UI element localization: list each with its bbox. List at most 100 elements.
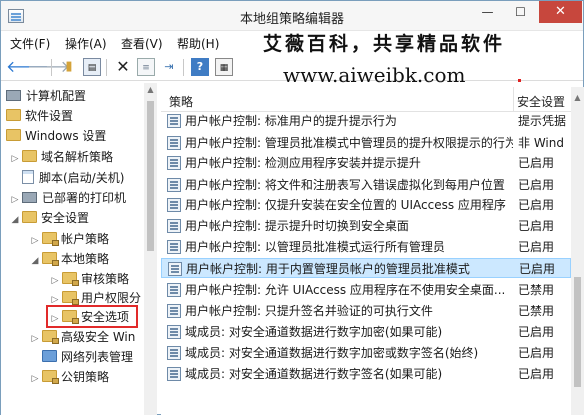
expand-arrow-icon[interactable]: ▷ xyxy=(29,329,41,349)
scroll-up-arrow-icon[interactable]: ▲ xyxy=(571,93,584,102)
policy-setting: 已启用 xyxy=(518,346,555,360)
policy-name: 用户帐户控制: 检测应用程序安装并提示提升 xyxy=(185,156,421,170)
folder-icon xyxy=(22,211,37,223)
close-button[interactable]: ✕ xyxy=(539,1,582,23)
export-list-icon[interactable]: ⇥ xyxy=(160,58,178,76)
properties-icon[interactable]: ≡ xyxy=(137,58,155,76)
expand-arrow-icon[interactable]: ▷ xyxy=(29,369,41,389)
menu-view[interactable]: 查看(V) xyxy=(121,35,163,52)
highlight-box xyxy=(46,305,138,328)
tree-item-scripts[interactable]: 脚本(启动/关机) xyxy=(21,168,124,188)
folder-icon xyxy=(42,350,57,362)
table-row[interactable]: 用户帐户控制: 以管理员批准模式运行所有管理员 已启用 xyxy=(161,237,571,257)
policy-name: 域成员: 对安全通道数据进行数字加密或数字签名(始终) xyxy=(185,346,479,360)
table-row[interactable]: 域成员: 对安全通道数据进行数字加密(如果可能) 已启用 xyxy=(161,322,571,342)
policy-setting: 提示凭据 xyxy=(518,114,567,128)
locked-folder-icon xyxy=(62,272,79,286)
table-row[interactable]: 用户帐户控制: 标准用户的提升提示行为 提示凭据 xyxy=(161,111,571,131)
policy-icon xyxy=(167,283,181,297)
table-row[interactable]: 用户帐户控制: 仅提升安装在安全位置的 UIAccess 应用程序 已启用 xyxy=(161,195,571,215)
forward-arrow-icon[interactable]: 🡒 xyxy=(27,58,70,76)
minimize-button[interactable]: — xyxy=(473,1,502,23)
tree-item-audit-policy[interactable]: ▷ 审核策略 xyxy=(49,269,129,289)
title-bar: 本地组策略编辑器 — ☐ ✕ xyxy=(1,1,583,31)
printer-icon xyxy=(22,192,37,203)
red-dot xyxy=(518,79,521,82)
locked-folder-icon xyxy=(62,291,79,305)
computer-icon xyxy=(6,90,21,101)
back-arrow-icon[interactable]: 🡐 xyxy=(6,58,49,76)
policy-icon xyxy=(167,219,181,233)
list-header: 策略 安全设置 xyxy=(161,87,583,112)
tree-item-security-settings[interactable]: ◢ 安全设置 xyxy=(9,208,89,228)
policy-setting: 已启用 xyxy=(518,198,555,212)
maximize-button[interactable]: ☐ xyxy=(506,1,535,23)
locked-folder-icon xyxy=(42,330,59,344)
scrollbar-thumb[interactable] xyxy=(147,101,154,251)
collapse-arrow-icon[interactable]: ◢ xyxy=(9,210,21,230)
toolbar-separator xyxy=(106,59,107,76)
table-row[interactable]: 用户帐户控制: 检测应用程序安装并提示提升 已启用 xyxy=(161,153,571,173)
locked-folder-icon xyxy=(42,232,59,246)
policy-icon xyxy=(167,114,181,128)
menu-file[interactable]: 文件(F) xyxy=(10,35,50,52)
policy-icon xyxy=(168,262,182,276)
help-icon[interactable]: ? xyxy=(191,58,209,76)
policy-name: 域成员: 对安全通道数据进行数字签名(如果可能) xyxy=(185,367,443,381)
policy-name: 用户帐户控制: 允许 UIAccess 应用程序在不使用安全桌面... xyxy=(185,283,506,297)
policy-name: 用户帐户控制: 只提升签名并验证的可执行文件 xyxy=(185,304,433,318)
menu-action[interactable]: 操作(A) xyxy=(65,35,107,52)
policy-icon xyxy=(167,156,181,170)
tree-item-public-key-policies[interactable]: ▷ 公钥策略 xyxy=(29,367,109,387)
column-divider[interactable] xyxy=(513,87,514,112)
tree-item-deployed-printers[interactable]: ▷ 已部署的打印机 xyxy=(9,188,126,208)
table-row[interactable]: 用户帐户控制: 只提升签名并验证的可执行文件 已禁用 xyxy=(161,301,571,321)
delete-icon[interactable]: ✕ xyxy=(114,58,132,76)
policy-name: 用户帐户控制: 提示提升时切换到安全桌面 xyxy=(185,219,409,233)
show-tree-icon[interactable]: ▤ xyxy=(83,58,101,76)
policy-setting: 非 Wind xyxy=(518,136,564,150)
policy-icon xyxy=(167,136,181,150)
list-scrollbar[interactable]: ▲ xyxy=(571,87,584,415)
view-icon[interactable]: ▦ xyxy=(215,58,233,76)
tree-item-software-settings[interactable]: 软件设置 xyxy=(5,106,73,126)
policy-name: 用户帐户控制: 以管理员批准模式运行所有管理员 xyxy=(185,240,445,254)
tree-scrollbar[interactable]: ▲ xyxy=(144,83,157,415)
table-row[interactable]: 用户帐户控制: 允许 UIAccess 应用程序在不使用安全桌面... 已禁用 xyxy=(161,280,571,300)
table-row[interactable]: 用户帐户控制: 将文件和注册表写入错误虚拟化到每用户位置 已启用 xyxy=(161,175,571,195)
tree-item-windows-settings[interactable]: Windows 设置 xyxy=(5,126,106,146)
table-row[interactable]: 用户帐户控制: 提示提升时切换到安全桌面 已启用 xyxy=(161,216,571,236)
policy-icon xyxy=(167,325,181,339)
policy-icon xyxy=(167,304,181,318)
expand-arrow-icon[interactable]: ▷ xyxy=(9,190,21,210)
policy-icon xyxy=(167,240,181,254)
expand-arrow-icon[interactable]: ▷ xyxy=(29,231,41,251)
policy-setting: 已启用 xyxy=(518,325,555,339)
up-folder-icon[interactable]: ▮ xyxy=(60,58,78,76)
table-row[interactable]: 域成员: 对安全通道数据进行数字加密或数字签名(始终) 已启用 xyxy=(161,343,571,363)
column-header-policy[interactable]: 策略 xyxy=(169,93,193,110)
policy-name: 用户帐户控制: 标准用户的提升提示行为 xyxy=(185,114,397,128)
policy-setting: 已启用 xyxy=(518,156,555,170)
collapse-arrow-icon[interactable]: ◢ xyxy=(29,251,41,271)
tree-item-network-list[interactable]: 网络列表管理 xyxy=(41,347,133,367)
tree-item-advanced-firewall[interactable]: ▷ 高级安全 Win xyxy=(29,327,135,347)
expand-arrow-icon[interactable]: ▷ xyxy=(9,149,21,169)
policy-list: 策略 安全设置 用户帐户控制: 标准用户的提升提示行为 提示凭据 用户帐户控制:… xyxy=(161,83,583,415)
table-row-selected[interactable]: 用户帐户控制: 用于内置管理员帐户的管理员批准模式 已启用 xyxy=(161,258,571,278)
menu-help[interactable]: 帮助(H) xyxy=(177,35,219,52)
scrollbar-thumb[interactable] xyxy=(574,277,581,387)
policy-name: 用户帐户控制: 用于内置管理员帐户的管理员批准模式 xyxy=(186,262,470,276)
tree-item-account-policies[interactable]: ▷ 帐户策略 xyxy=(29,229,109,249)
column-header-setting[interactable]: 安全设置 xyxy=(517,93,565,110)
scroll-up-arrow-icon[interactable]: ▲ xyxy=(144,85,157,94)
table-row[interactable]: 域成员: 对安全通道数据进行数字签名(如果可能) 已启用 xyxy=(161,364,571,384)
table-row[interactable]: 用户帐户控制: 管理员批准模式中管理员的提升权限提示的行为 非 Wind xyxy=(161,133,571,153)
locked-folder-icon xyxy=(42,370,59,384)
tree-item-local-policies[interactable]: ◢ 本地策略 xyxy=(29,249,109,269)
tree-item-computer-config[interactable]: 计算机配置 xyxy=(5,86,86,106)
folder-icon xyxy=(22,150,37,162)
tree-item-name-resolution-policy[interactable]: ▷ 域名解析策略 xyxy=(9,147,113,167)
policy-setting: 已启用 xyxy=(519,262,556,276)
policy-name: 用户帐户控制: 仅提升安装在安全位置的 UIAccess 应用程序 xyxy=(185,198,506,212)
